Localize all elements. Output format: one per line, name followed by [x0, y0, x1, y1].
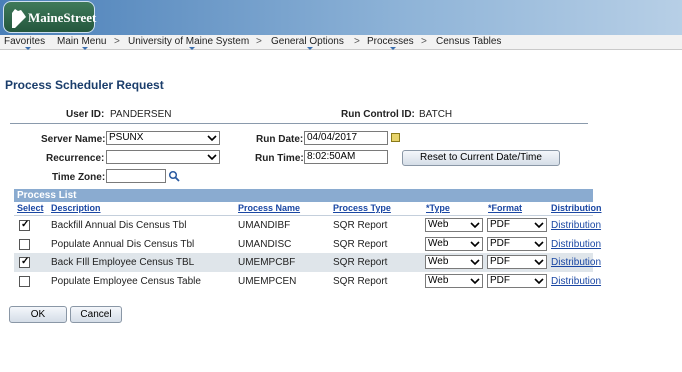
nav-favorites[interactable]: Favorites — [4, 36, 45, 50]
column-header-select[interactable]: Select — [17, 203, 44, 213]
distribution-link[interactable]: Distribution — [551, 257, 601, 268]
menu-bar: Favorites Main Menu > University of Main… — [0, 35, 682, 50]
process-name-cell: UMEMPCBF — [238, 257, 296, 268]
reset-to-current-date-time-button[interactable]: Reset to Current Date/Time — [402, 150, 560, 166]
run-time-label: Run Time: — [255, 153, 304, 164]
chevron-down-icon — [470, 259, 480, 266]
process-type-cell: SQR Report — [333, 276, 388, 287]
breadcrumb-separator: > — [421, 36, 427, 47]
run-control-id-label: Run Control ID: — [341, 109, 415, 120]
process-type-cell: SQR Report — [333, 257, 388, 268]
time-zone-label: Time Zone: — [52, 172, 106, 183]
dropdown-marker-icon — [81, 47, 88, 50]
format-select[interactable]: PDF — [487, 218, 547, 232]
table-row: Populate Annual Dis Census Tbl UMANDISC SQ… — [14, 235, 601, 254]
server-name-label: Server Name: — [41, 134, 106, 145]
ok-button[interactable]: OK — [9, 306, 67, 323]
breadcrumb-separator: > — [354, 36, 360, 47]
process-name-cell: UMANDIBF — [238, 220, 291, 231]
select-checkbox[interactable] — [19, 239, 30, 250]
mainestreet-logo[interactable]: MaineStreet — [3, 1, 97, 33]
description-cell: Populate Annual Dis Census Tbl — [51, 239, 195, 250]
description-cell: Backfill Annual Dis Census Tbl — [51, 220, 187, 231]
format-select[interactable]: PDF — [487, 237, 547, 251]
chevron-down-icon — [534, 222, 544, 229]
server-name-select[interactable]: PSUNX — [106, 131, 220, 145]
distribution-link[interactable]: Distribution — [551, 276, 601, 287]
run-date-input[interactable]: 04/04/2017 — [304, 131, 388, 145]
cancel-button[interactable]: Cancel — [70, 306, 122, 323]
user-id-value: PANDERSEN — [110, 109, 172, 120]
process-list-title: Process List — [14, 189, 593, 202]
table-row: ✓ Backfill Annual Dis Census Tbl UMANDIBF S… — [14, 216, 601, 235]
chevron-down-icon — [534, 241, 544, 248]
recurrence-select[interactable] — [106, 150, 220, 164]
description-cell: Back FIll Employee Census TBL — [51, 257, 195, 268]
dropdown-marker-icon — [188, 47, 195, 50]
type-select[interactable]: Web — [425, 255, 483, 269]
nav-processes[interactable]: Processes — [367, 36, 414, 50]
select-checkbox[interactable] — [19, 276, 30, 287]
type-select[interactable]: Web — [425, 237, 483, 251]
maine-map-icon — [12, 9, 26, 28]
process-type-cell: SQR Report — [333, 220, 388, 231]
run-control-id-value: BATCH — [419, 109, 453, 120]
breadcrumb-separator: > — [114, 36, 120, 47]
column-header-distribution[interactable]: Distribution — [551, 203, 602, 213]
nav-main-menu[interactable]: Main Menu — [57, 36, 106, 50]
format-select[interactable]: PDF — [487, 274, 547, 288]
column-header-description[interactable]: Description — [51, 203, 101, 213]
process-name-cell: UMANDISC — [238, 239, 292, 250]
run-date-label: Run Date: — [256, 134, 304, 145]
checkmark-icon: ✓ — [21, 219, 30, 230]
user-id-label: User ID: — [66, 109, 105, 120]
table-row: Populate Employee Census Table UMEMPCEN SQ… — [14, 272, 601, 291]
page-title: Process Scheduler Request — [5, 78, 164, 92]
dropdown-marker-icon — [24, 47, 31, 50]
distribution-link[interactable]: Distribution — [551, 220, 601, 231]
format-select[interactable]: PDF — [487, 255, 547, 269]
logo-text: MaineStreet — [28, 10, 97, 25]
distribution-link[interactable]: Distribution — [551, 239, 601, 250]
type-select[interactable]: Web — [425, 218, 483, 232]
description-cell: Populate Employee Census Table — [51, 276, 201, 287]
type-select[interactable]: Web — [425, 274, 483, 288]
column-header-format[interactable]: *Format — [488, 203, 522, 213]
dropdown-marker-icon — [390, 47, 397, 50]
column-header-process-name[interactable]: Process Name — [238, 203, 300, 213]
select-checkbox[interactable]: ✓ — [19, 219, 30, 231]
chevron-down-icon — [534, 259, 544, 266]
time-zone-input[interactable] — [106, 169, 166, 183]
chevron-down-icon — [534, 278, 544, 285]
breadcrumb-separator: > — [256, 36, 262, 47]
search-icon[interactable] — [168, 170, 180, 182]
checkmark-icon: ✓ — [21, 256, 30, 267]
chevron-down-icon — [470, 241, 480, 248]
recurrence-label: Recurrence: — [46, 153, 105, 164]
process-name-cell: UMEMPCEN — [238, 276, 297, 287]
run-time-input[interactable]: 8:02:50AM — [304, 150, 388, 164]
chevron-down-icon — [470, 278, 480, 285]
chevron-down-icon — [207, 154, 217, 161]
chevron-down-icon — [207, 135, 217, 142]
column-header-process-type[interactable]: Process Type — [333, 203, 391, 213]
divider — [10, 123, 588, 124]
nav-university-of-maine-system[interactable]: University of Maine System — [128, 36, 249, 50]
process-type-cell: SQR Report — [333, 239, 388, 250]
nav-census-tables[interactable]: Census Tables — [436, 36, 501, 47]
column-header-type[interactable]: *Type — [426, 203, 450, 213]
chevron-down-icon — [470, 222, 480, 229]
table-row: ✓ Back FIll Employee Census TBL UMEMPCBF SQ… — [14, 253, 601, 272]
dropdown-marker-icon — [307, 47, 314, 50]
banner: MaineStreet — [0, 0, 682, 35]
select-checkbox[interactable]: ✓ — [19, 256, 30, 268]
nav-general-options[interactable]: General Options — [271, 36, 344, 50]
calendar-icon[interactable] — [391, 133, 400, 142]
